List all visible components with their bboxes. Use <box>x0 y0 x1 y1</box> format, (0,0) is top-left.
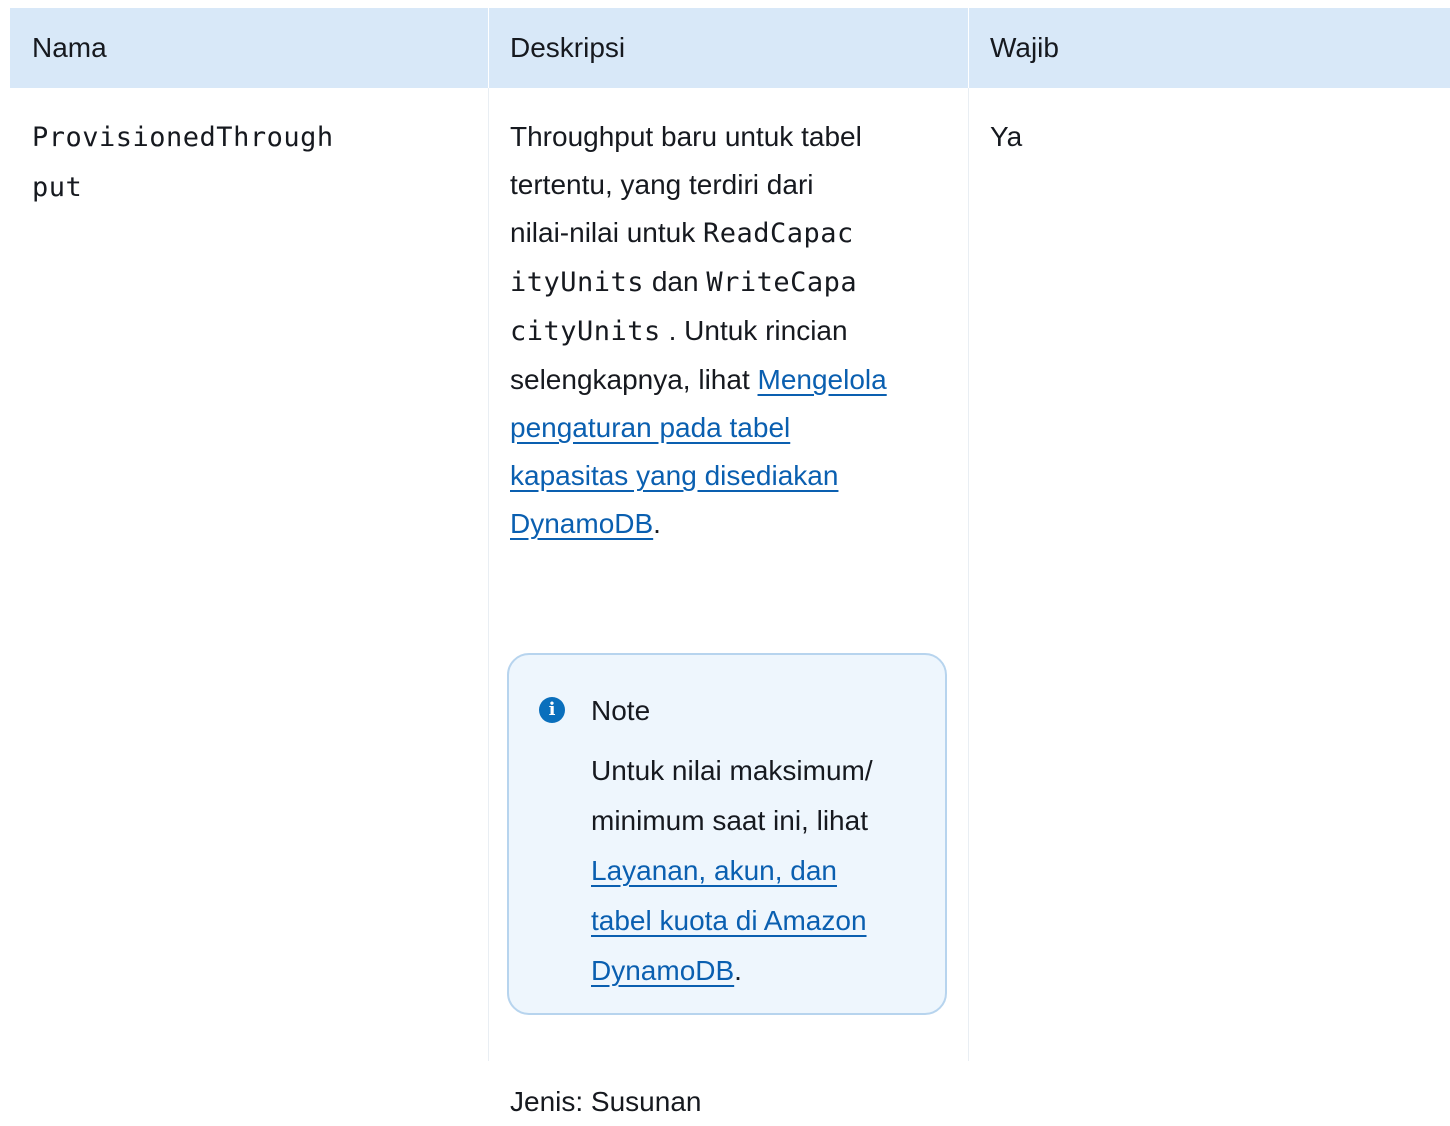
desc-line: nilai-nilai untuk ReadCapac <box>510 209 955 258</box>
code-write-capacity: WriteCapa <box>706 267 858 298</box>
quotas-link[interactable]: Layanan, akun, dan <box>591 855 837 886</box>
parameter-name-line: ProvisionedThrough <box>32 122 334 153</box>
manage-capacity-link[interactable]: kapasitas yang disediakan <box>510 460 838 491</box>
desc-line: DynamoDB. <box>510 500 955 548</box>
parameter-type: Jenis: Susunan <box>510 1086 702 1117</box>
note-text: . <box>734 955 742 986</box>
desc-text: . <box>653 508 661 539</box>
info-icon: i <box>539 697 565 723</box>
column-divider <box>488 88 489 1061</box>
desc-text: dan <box>644 266 707 297</box>
manage-capacity-link[interactable]: DynamoDB <box>510 508 653 539</box>
desc-line: tertentu, yang terdiri dari <box>510 161 955 209</box>
required-value: Ya <box>990 121 1023 152</box>
desc-line: ityUnits dan WriteCapa <box>510 258 955 307</box>
desc-line: selengkapnya, lihat Mengelola <box>510 356 955 404</box>
desc-text: selengkapnya, lihat <box>510 364 758 395</box>
table-row: ProvisionedThrough put Throughput baru u… <box>10 88 1450 1117</box>
header-required: Wajib <box>990 32 1059 63</box>
desc-text: tertentu, yang terdiri dari <box>510 169 814 200</box>
desc-line: pengaturan pada tabel <box>510 404 955 452</box>
desc-line: cityUnits . Untuk rincian <box>510 307 955 356</box>
header-divider <box>488 8 489 88</box>
parameter-description: Throughput baru untuk tabel tertentu, ya… <box>510 113 955 548</box>
parameter-name-line: put <box>32 172 83 203</box>
header-name: Nama <box>32 32 107 63</box>
code-read-capacity: ityUnits <box>510 267 645 298</box>
desc-text: Throughput baru untuk tabel <box>510 121 862 152</box>
code-write-capacity: cityUnits <box>510 316 661 347</box>
note-text: Untuk nilai maksimum/ <box>591 755 873 786</box>
quotas-link[interactable]: tabel kuota di Amazon <box>591 905 867 936</box>
note-title: Note <box>591 695 651 726</box>
note-body: Untuk nilai maksimum/ minimum saat ini, … <box>591 746 921 996</box>
table-header: Nama Deskripsi Wajib <box>10 8 1450 88</box>
manage-capacity-link[interactable]: pengaturan pada tabel <box>510 412 790 443</box>
column-divider <box>968 88 969 1061</box>
code-read-capacity: ReadCapac <box>703 218 854 249</box>
quotas-link[interactable]: DynamoDB <box>591 955 734 986</box>
note-text: minimum saat ini, lihat <box>591 805 868 836</box>
parameter-name: ProvisionedThrough put <box>32 113 392 213</box>
note-box: i Note Untuk nilai maksimum/ minimum saa… <box>507 653 947 1015</box>
desc-text: nilai-nilai untuk <box>510 217 703 248</box>
manage-capacity-link[interactable]: Mengelola <box>758 364 887 395</box>
header-divider <box>968 8 969 88</box>
desc-line: Throughput baru untuk tabel <box>510 113 955 161</box>
header-description: Deskripsi <box>510 32 626 63</box>
desc-text: . Untuk rincian <box>660 315 848 346</box>
parameter-table: Nama Deskripsi Wajib ProvisionedThrough … <box>10 8 1450 1117</box>
desc-line: kapasitas yang disediakan <box>510 452 955 500</box>
